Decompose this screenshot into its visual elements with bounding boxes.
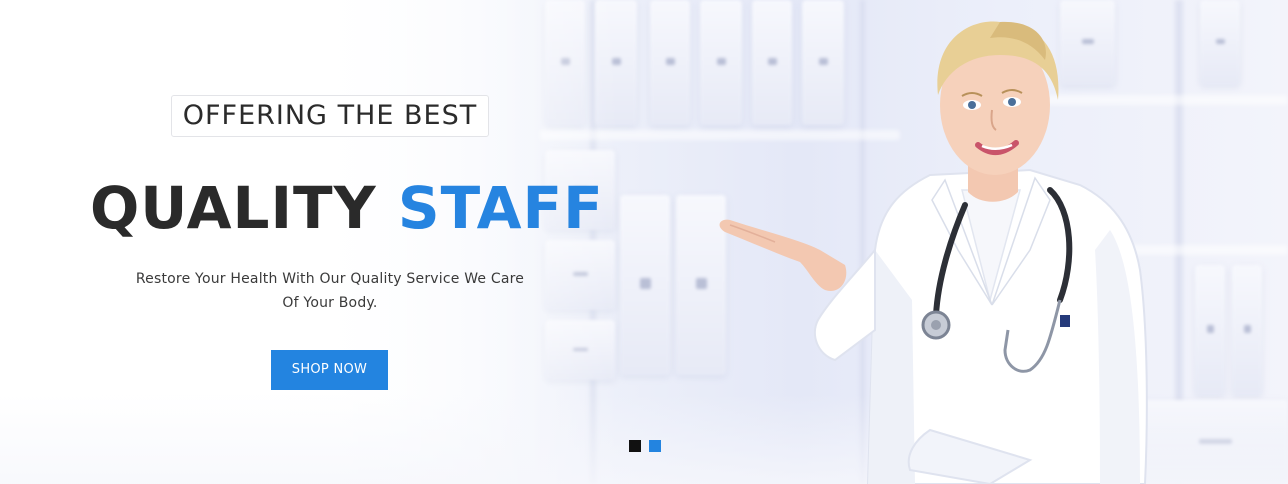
- shop-now-button[interactable]: SHOP NOW: [271, 350, 388, 390]
- hero-slider: OFFERING THE BEST QUALITY STAFF Restore …: [0, 0, 1288, 484]
- headline-accent: STAFF: [397, 174, 604, 242]
- page-title: QUALITY STAFF: [90, 168, 603, 248]
- description-line-2: Of Your Body.: [282, 295, 378, 311]
- slide-dot-1[interactable]: [629, 440, 641, 452]
- slide-dot-2[interactable]: [649, 440, 661, 452]
- description-line-1: Restore Your Health With Our Quality Ser…: [135, 271, 525, 287]
- hero-description: Restore Your Health With Our Quality Ser…: [110, 267, 550, 315]
- doctor-illustration: [719, 21, 1148, 484]
- headline-main: QUALITY: [90, 174, 377, 242]
- slider-pagination: [629, 440, 661, 452]
- eyebrow-label: OFFERING THE BEST: [171, 95, 489, 137]
